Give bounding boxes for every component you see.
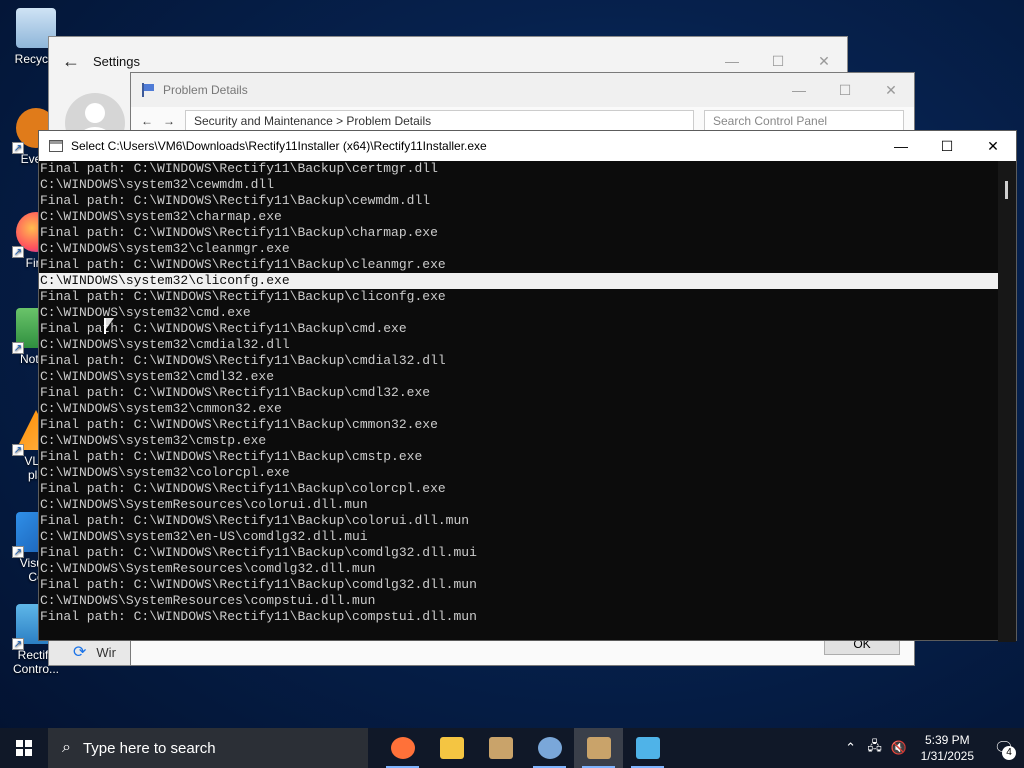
search-icon: ⌕ (62, 739, 71, 756)
console-window-controls: — ☐ ✕ (878, 131, 1016, 161)
close-icon[interactable]: ✕ (868, 75, 914, 105)
shortcut-arrow-icon: ↗ (12, 342, 24, 354)
installer-box-icon (586, 737, 611, 759)
console-line[interactable]: C:\WINDOWS\system32\en-US\comdlg32.dll.m… (39, 529, 999, 545)
console-line[interactable]: C:\WINDOWS\SystemResources\colorui.dll.m… (39, 497, 999, 513)
search-input[interactable]: Search Control Panel (704, 110, 904, 132)
scrollbar-thumb[interactable] (1005, 181, 1008, 199)
clock-date: 1/31/2025 (920, 749, 974, 763)
console-line[interactable]: Final path: C:\WINDOWS\Rectify11\Backup\… (39, 385, 999, 401)
console-window: Select C:\Users\VM6\Downloads\Rectify11I… (38, 130, 1017, 642)
notification-badge: 4 (1002, 746, 1016, 760)
taskbar: ⌕ Type here to search ⌃ 🖧 🔇 5:39 PM 1/31… (0, 728, 1024, 768)
console-line[interactable]: C:\WINDOWS\system32\cewmdm.dll (39, 177, 999, 193)
system-tray: ⌃ 🖧 🔇 5:39 PM 1/31/2025 🗨 4 (839, 728, 1024, 768)
console-app-icon (49, 140, 63, 152)
console-line[interactable]: Final path: C:\WINDOWS\Rectify11\Backup\… (39, 353, 999, 369)
maximize-icon[interactable]: ☐ (924, 131, 970, 161)
taskbar-search[interactable]: ⌕ Type here to search (48, 728, 368, 768)
chevron-up-icon[interactable]: ⌃ (839, 740, 863, 756)
console-line[interactable]: C:\WINDOWS\system32\cleanmgr.exe (39, 241, 999, 257)
maximize-icon[interactable]: ☐ (822, 75, 868, 105)
minimize-icon[interactable]: — (776, 75, 822, 105)
taskbar-apps (378, 728, 672, 768)
console-line[interactable]: Final path: C:\WINDOWS\Rectify11\Backup\… (39, 321, 999, 337)
taskbar-search-placeholder: Type here to search (82, 739, 216, 757)
start-button[interactable] (0, 728, 48, 768)
problem-titlebar: Problem Details — ☐ ✕ (131, 73, 914, 107)
problem-title: Problem Details (163, 83, 248, 97)
console-line[interactable]: Final path: C:\WINDOWS\Rectify11\Backup\… (39, 417, 999, 433)
console-line[interactable]: Final path: C:\WINDOWS\Rectify11\Backup\… (39, 577, 999, 593)
installer-box-icon (488, 737, 513, 759)
console-line[interactable]: C:\WINDOWS\system32\cliconfg.exe (39, 273, 999, 289)
console-line[interactable]: C:\WINDOWS\system32\cmd.exe (39, 305, 999, 321)
console-line[interactable]: Final path: C:\WINDOWS\Rectify11\Backup\… (39, 257, 999, 273)
shortcut-arrow-icon: ↗ (12, 444, 24, 456)
taskbar-app-installer-box[interactable] (574, 728, 623, 768)
control-panel-icon (635, 737, 660, 759)
console-line[interactable]: Final path: C:\WINDOWS\Rectify11\Backup\… (39, 161, 999, 177)
taskbar-app-control-panel[interactable] (623, 728, 672, 768)
sync-icon: ⟳ (73, 644, 87, 661)
console-line[interactable]: Final path: C:\WINDOWS\Rectify11\Backup\… (39, 193, 999, 209)
shortcut-arrow-icon: ↗ (12, 246, 24, 258)
console-line[interactable]: C:\WINDOWS\system32\charmap.exe (39, 209, 999, 225)
console-line[interactable]: Final path: C:\WINDOWS\Rectify11\Backup\… (39, 545, 999, 561)
minimize-icon[interactable]: — (878, 131, 924, 161)
flag-icon (141, 83, 155, 97)
settings-bottom-text: Wir (96, 644, 116, 660)
firefox-icon (390, 737, 415, 759)
volume-muted-icon[interactable]: 🔇 (887, 740, 911, 756)
console-line[interactable]: C:\WINDOWS\SystemResources\compstui.dll.… (39, 593, 999, 609)
settings-title: Settings (93, 53, 140, 69)
console-title: Select C:\Users\VM6\Downloads\Rectify11I… (71, 139, 487, 153)
clock-time: 5:39 PM (924, 733, 970, 747)
console-line[interactable]: Final path: C:\WINDOWS\Rectify11\Backup\… (39, 481, 999, 497)
console-line[interactable]: C:\WINDOWS\system32\cmstp.exe (39, 433, 999, 449)
console-scrollbar[interactable] (998, 161, 1016, 642)
taskbar-app-firefox[interactable] (378, 728, 427, 768)
notification-center-button[interactable]: 🗨 4 (984, 728, 1024, 768)
settings-gear-icon (537, 737, 562, 759)
clock[interactable]: 5:39 PM 1/31/2025 (921, 732, 974, 764)
console-output[interactable]: Final path: C:\WINDOWS\Rectify11\Backup\… (39, 161, 999, 642)
console-line[interactable]: C:\WINDOWS\SystemResources\comdlg32.dll.… (39, 561, 999, 577)
console-titlebar: Select C:\Users\VM6\Downloads\Rectify11I… (39, 131, 1016, 161)
console-line[interactable]: Final path: C:\WINDOWS\Rectify11\Backup\… (39, 225, 999, 241)
shortcut-arrow-icon: ↗ (12, 638, 24, 650)
back-arrow-icon[interactable]: ← (49, 51, 93, 72)
network-icon[interactable]: 🖧 (863, 737, 887, 759)
console-line[interactable]: Final path: C:\WINDOWS\Rectify11\Backup\… (39, 289, 999, 305)
console-line[interactable]: C:\WINDOWS\system32\colorcpl.exe (39, 465, 999, 481)
problem-window-controls: — ☐ ✕ (776, 75, 914, 105)
windows-logo-icon (16, 740, 32, 756)
console-line[interactable]: Final path: C:\WINDOWS\Rectify11\Backup\… (39, 513, 999, 529)
console-line[interactable]: C:\WINDOWS\system32\cmdial32.dll (39, 337, 999, 353)
console-line[interactable]: Final path: C:\WINDOWS\Rectify11\Backup\… (39, 609, 999, 625)
taskbar-app-settings-gear[interactable] (525, 728, 574, 768)
console-line[interactable]: Final path: C:\WINDOWS\Rectify11\Backup\… (39, 449, 999, 465)
shortcut-arrow-icon: ↗ (12, 546, 24, 558)
taskbar-app-installer-box[interactable] (476, 728, 525, 768)
forward-icon[interactable]: → (163, 114, 175, 128)
shortcut-arrow-icon: ↗ (12, 142, 24, 154)
console-line[interactable]: C:\WINDOWS\system32\cmmon32.exe (39, 401, 999, 417)
address-bar[interactable]: Security and Maintenance > Problem Detai… (185, 110, 694, 132)
taskbar-app-file-explorer[interactable] (427, 728, 476, 768)
back-icon[interactable]: ← (141, 114, 153, 128)
close-icon[interactable]: ✕ (970, 131, 1016, 161)
console-line[interactable]: C:\WINDOWS\system32\cmdl32.exe (39, 369, 999, 385)
file-explorer-icon (439, 737, 464, 759)
